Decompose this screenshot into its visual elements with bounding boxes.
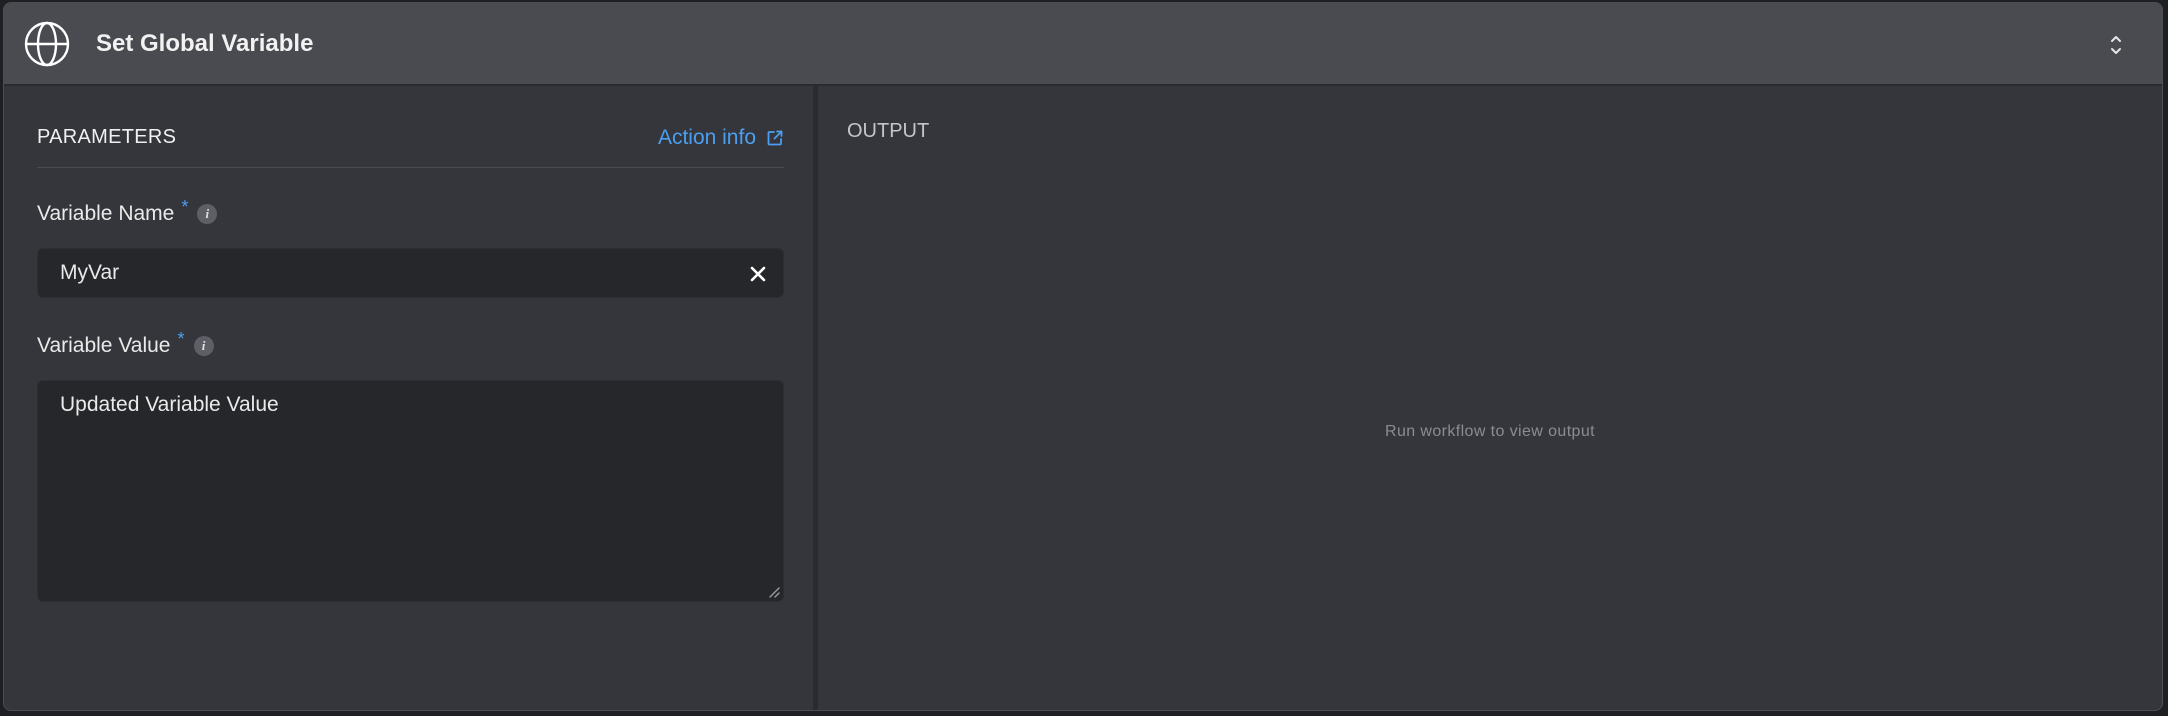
variable-name-label-text: Variable Name (37, 202, 175, 225)
parameters-title: PARAMETERS (37, 126, 177, 148)
card-header[interactable]: Set Global Variable (4, 3, 2162, 86)
variable-value-label: Variable Value * i (37, 329, 214, 358)
external-link-icon (767, 130, 783, 146)
variable-name-input[interactable]: MyVar (37, 248, 784, 298)
chevron-up-down-icon[interactable] (2106, 31, 2126, 59)
output-panel: OUTPUT Run workflow to view output (818, 86, 2162, 710)
card-title: Set Global Variable (96, 30, 314, 57)
clear-icon[interactable] (749, 265, 767, 283)
variable-value-label-text: Variable Value (37, 334, 171, 357)
action-card: Set Global Variable PARAMETERS Action in… (3, 2, 2163, 711)
resize-handle-icon[interactable] (766, 584, 780, 598)
required-marker: * (177, 329, 185, 349)
output-empty-message: Run workflow to view output (1384, 423, 1595, 440)
output-title: OUTPUT (847, 120, 930, 142)
info-icon[interactable]: i (193, 336, 214, 356)
globe-icon (24, 21, 70, 67)
variable-value-textarea[interactable]: Updated Variable Value (37, 380, 784, 602)
parameters-divider (37, 167, 784, 168)
required-marker: * (181, 197, 189, 217)
variable-value-text[interactable]: Updated Variable Value (60, 393, 279, 417)
variable-name-label: Variable Name * i (37, 197, 218, 226)
action-info-link[interactable]: Action info (658, 126, 784, 150)
info-icon[interactable]: i (197, 204, 218, 224)
action-info-label: Action info (657, 126, 756, 149)
variable-name-value[interactable]: MyVar (60, 261, 119, 285)
parameters-panel: PARAMETERS Action info Variable Name * i… (4, 86, 814, 710)
